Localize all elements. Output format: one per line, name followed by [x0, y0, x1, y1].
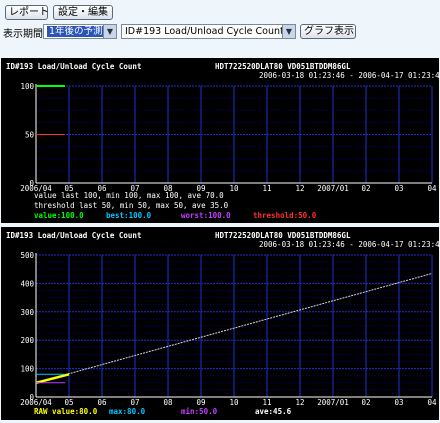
chevron-down-icon: ▼	[103, 25, 116, 38]
legend-value: value:100.0	[34, 211, 84, 220]
legend-best: best:100.0	[106, 211, 152, 220]
raw-value-chart: 0 100 200 300 400 500 2006/04 05 06 07 08 09 10 11 12 2…	[1, 227, 440, 420]
x-tick-label: 05	[64, 398, 73, 407]
y-tick-label: 50	[25, 131, 35, 140]
raw-value-chart-svg: 01002003004005002006/04 05 06 07 08 09 10 11 12 2…	[20, 251, 437, 407]
x-tick-label: 06	[97, 398, 107, 407]
report-button[interactable]: レポート	[5, 5, 49, 20]
legend-ave: ave:45.6	[255, 407, 292, 416]
x-tick-label: 10	[229, 184, 239, 193]
chart-title: ID#193 Load/Unload Cycle Count	[6, 231, 142, 240]
x-tick-label: 03	[394, 398, 403, 407]
period-select[interactable]: 1年後の予測 ▼	[43, 24, 117, 39]
x-tick-label: 11	[262, 398, 271, 407]
x-tick-label: 07	[130, 398, 139, 407]
chart-date-range: 2006-03-18 01:23:46 - 2006-04-17 01:23:4…	[259, 240, 440, 249]
chart-device: HDT722520DLAT80 VD051BTDDM86GL	[215, 231, 351, 240]
legend-max: max:80.0	[109, 407, 146, 416]
show-graph-button[interactable]: グラフ表示	[300, 24, 356, 39]
legend-worst: worst:100.0	[181, 211, 231, 220]
legend-min: min:50.0	[181, 407, 218, 416]
x-tick-label: 03	[394, 184, 403, 193]
stats-value: value last 100, min 100, max 100, ave 70…	[34, 191, 224, 200]
normalized-value-chart: 0 50 100 2006/04 05 06 07 08 09 10 11 12 2007/01 02 03…	[1, 58, 440, 223]
x-tick-label: 11	[262, 184, 271, 193]
y-tick-label: 100	[20, 82, 34, 91]
legend-threshold: threshold:50.0	[253, 211, 317, 220]
y-tick-label: 300	[20, 308, 34, 317]
y-tick-label: 200	[20, 336, 34, 345]
toolbar: レポート 設定・編集 表示期間 1年後の予測 ▼ ID#193 Load/Unl…	[0, 0, 440, 56]
item-select-value: ID#193 Load/Unload Cycle Count	[125, 26, 284, 37]
x-tick-label: 2006/04	[20, 398, 52, 407]
x-tick-label: 04	[427, 398, 437, 407]
item-select[interactable]: ID#193 Load/Unload Cycle Count ▼	[121, 24, 296, 39]
chart-date-range: 2006-03-18 01:23:46 - 2006-04-17 01:23:4…	[259, 71, 440, 80]
x-tick-label: 2007/01	[317, 398, 349, 407]
x-tick-label: 10	[229, 398, 239, 407]
chevron-down-icon: ▼	[282, 25, 295, 38]
x-tick-label: 08	[163, 398, 173, 407]
series-raw-value-line	[35, 373, 70, 385]
x-tick-label: 09	[196, 398, 205, 407]
legend-raw: RAW value:80.0	[34, 407, 98, 416]
y-tick-label: 400	[20, 279, 34, 288]
stats-threshold: threshold last 50, min 50, max 50, ave 3…	[34, 201, 229, 210]
settings-edit-button[interactable]: 設定・編集	[53, 5, 113, 20]
chart-device: HDT722520DLAT80 VD051BTDDM86GL	[215, 62, 351, 71]
period-label: 表示期間	[3, 29, 43, 40]
y-tick-label: 500	[20, 251, 34, 260]
x-tick-label: 12	[295, 398, 304, 407]
period-select-value: 1年後の予測	[47, 26, 105, 37]
x-tick-label: 02	[361, 398, 370, 407]
x-tick-label: 12	[295, 184, 304, 193]
x-tick-label: 2007/01	[317, 184, 349, 193]
x-tick-label: 02	[361, 184, 370, 193]
x-tick-label: 04	[427, 184, 437, 193]
y-tick-label: 100	[20, 365, 34, 374]
chart-title: ID#193 Load/Unload Cycle Count	[6, 62, 142, 71]
